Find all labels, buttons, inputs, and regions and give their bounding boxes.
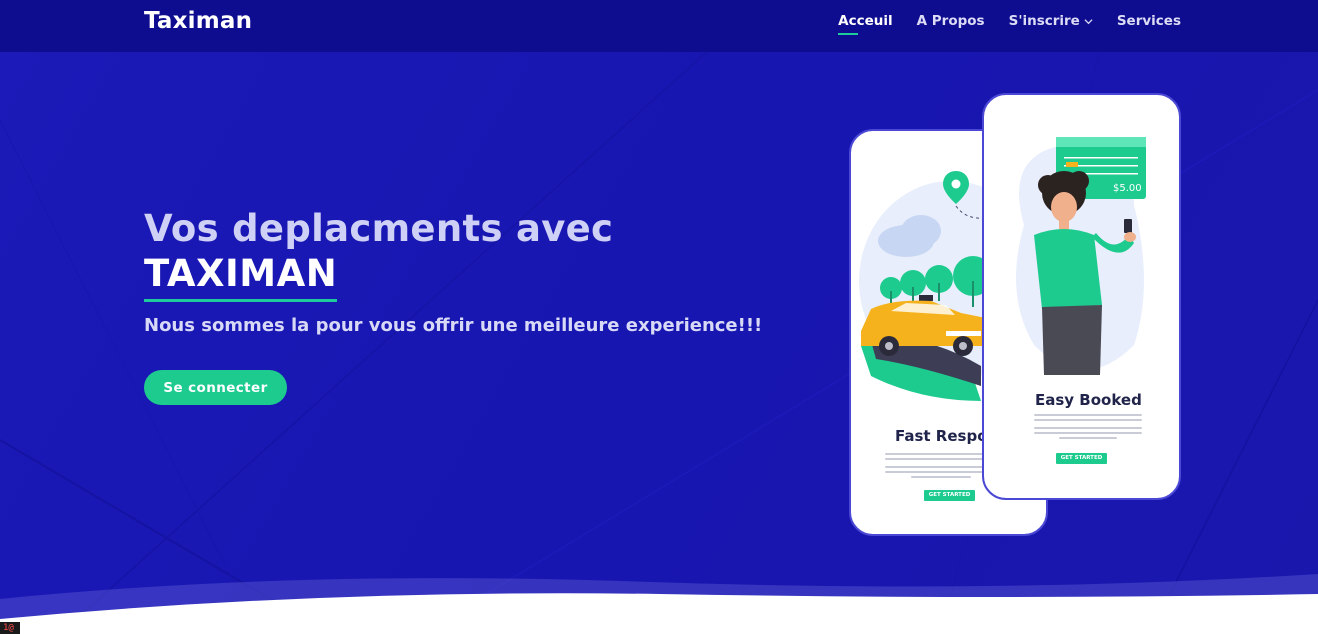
hero-title-brand: TAXIMAN — [144, 252, 338, 302]
nav-link-a-propos[interactable]: A Propos — [917, 13, 985, 35]
booking-illustration: $5.00 — [1016, 137, 1146, 375]
lorem-line — [1034, 414, 1142, 416]
nav-link-acceuil[interactable]: Acceuil — [838, 13, 893, 35]
get-started-button: GET STARTED — [924, 490, 975, 501]
phone-mockup-easy-booked: $5.00 Easy Booked GET STARTED — [982, 93, 1181, 500]
lorem-line — [1059, 437, 1117, 439]
nav-link-label: Acceuil — [838, 13, 893, 29]
chevron-down-icon — [1084, 18, 1093, 24]
price-label: $5.00 — [1113, 183, 1142, 194]
lorem-line — [1034, 419, 1142, 421]
nav-link-services[interactable]: Services — [1117, 13, 1181, 35]
get-started-button: GET STARTED — [1056, 453, 1107, 464]
lorem-line — [911, 476, 971, 478]
hero-title: Vos deplacments avec — [144, 207, 614, 250]
hero-subtitle: Nous sommes la pour vous offrir une meil… — [144, 315, 763, 336]
nav-link-label: S'inscrire — [1008, 13, 1080, 29]
top-navbar: Taximan Acceuil A Propos S'inscrire Serv… — [0, 0, 1318, 52]
nav-link-label: A Propos — [916, 13, 985, 29]
corner-badge: 1@ — [0, 622, 20, 634]
lorem-line — [1034, 432, 1142, 434]
bottom-wave — [0, 574, 1318, 634]
phone-title: Easy Booked — [1035, 391, 1142, 409]
lorem-line — [1034, 427, 1142, 429]
brand-logo[interactable]: Taximan — [144, 8, 252, 34]
login-button[interactable]: Se connecter — [144, 370, 287, 405]
nav-link-sinscrire[interactable]: S'inscrire — [1009, 13, 1093, 35]
nav-menu: Acceuil A Propos S'inscrire Services — [838, 13, 1181, 35]
nav-link-label: Services — [1116, 13, 1181, 29]
